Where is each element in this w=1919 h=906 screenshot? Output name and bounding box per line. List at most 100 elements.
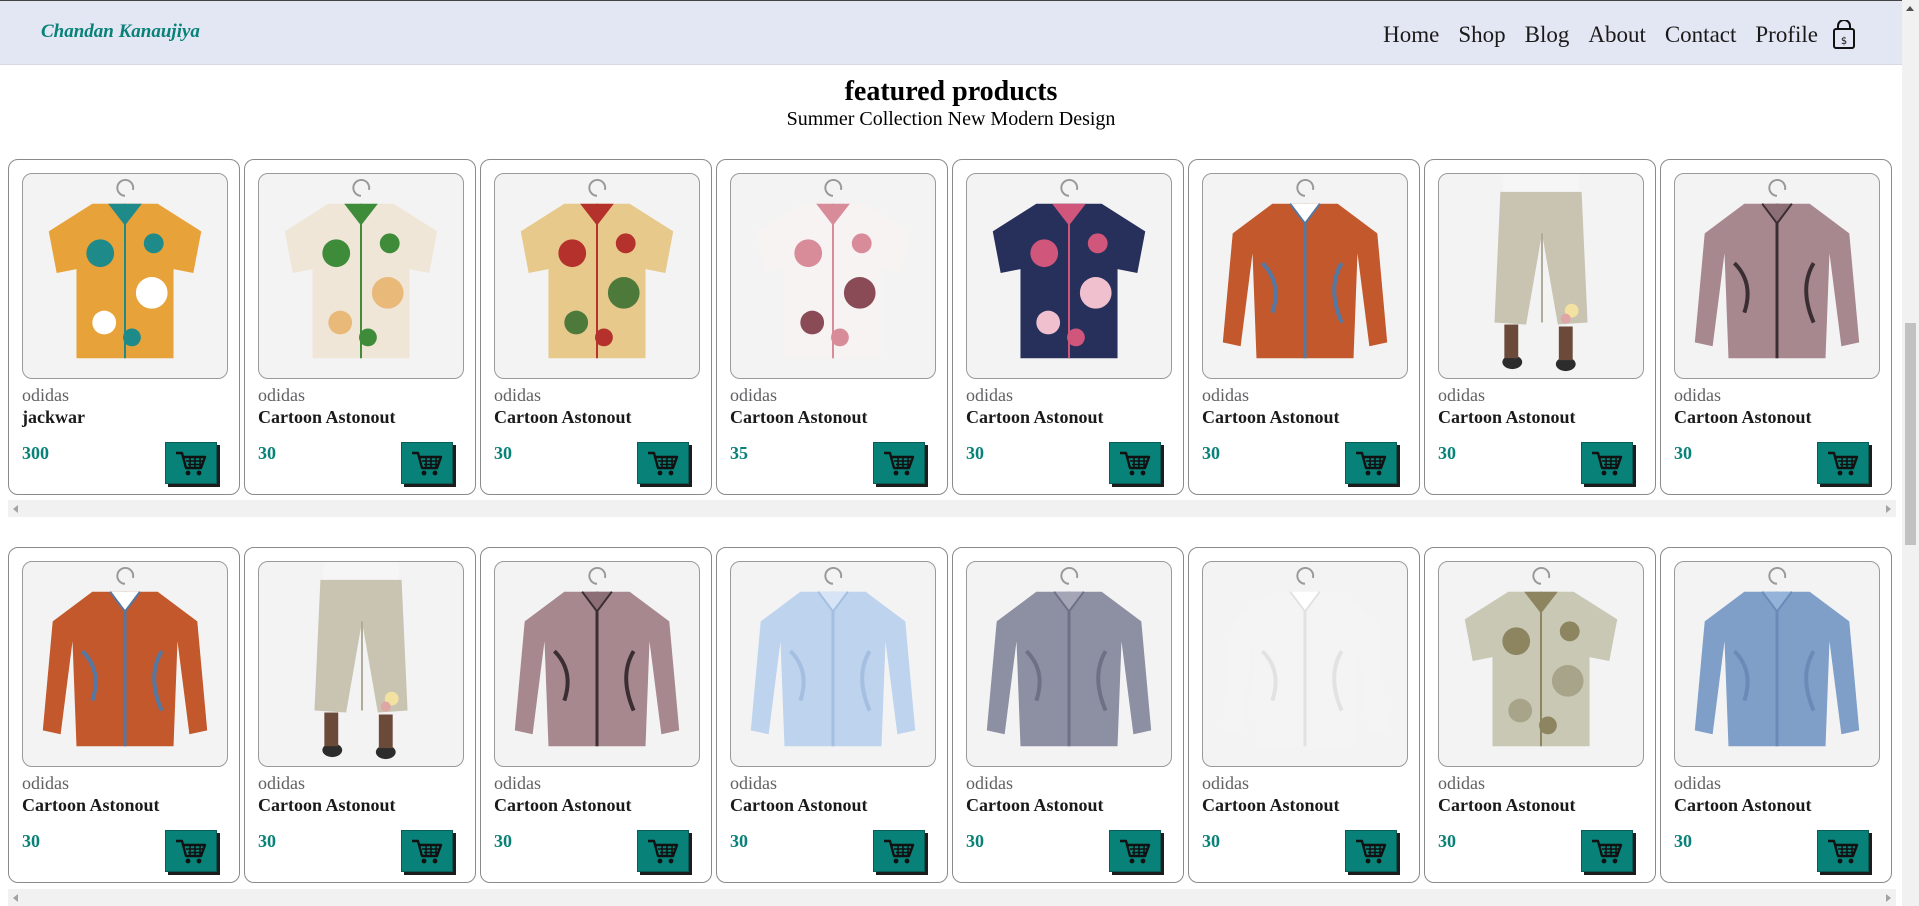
add-to-cart-button[interactable] — [164, 830, 217, 872]
product-image[interactable] — [730, 173, 936, 379]
product-image[interactable] — [1202, 173, 1408, 379]
product-price: 30 — [22, 831, 40, 851]
product-price: 30 — [1202, 831, 1220, 851]
scroll-right-icon[interactable] — [1886, 894, 1891, 902]
product-card[interactable]: odidas Cartoon Astonout 30 — [480, 159, 712, 495]
add-to-cart-button[interactable] — [164, 442, 217, 484]
product-price: 30 — [966, 831, 984, 851]
nav-home[interactable]: Home — [1383, 22, 1439, 48]
product-brand: odidas — [730, 773, 777, 793]
add-to-cart-button[interactable] — [1580, 830, 1633, 872]
cart-icon — [1826, 449, 1860, 477]
product-brand: odidas — [258, 773, 305, 793]
add-to-cart-button[interactable] — [872, 830, 925, 872]
product-price: 30 — [258, 831, 276, 851]
product-card[interactable]: odidas Cartoon Astonout 30 — [716, 547, 948, 883]
product-name: Cartoon Astonout — [1674, 795, 1812, 815]
product-card[interactable]: odidas Cartoon Astonout 30 — [244, 547, 476, 883]
add-to-cart-button[interactable] — [1580, 442, 1633, 484]
product-brand: odidas — [1202, 773, 1249, 793]
main-nav: Home Shop Blog About Contact Profile $ — [1364, 19, 1856, 50]
product-image[interactable] — [1438, 173, 1644, 379]
product-image[interactable] — [1674, 173, 1880, 379]
product-name: Cartoon Astonout — [258, 407, 396, 427]
section-subtitle: Summer Collection New Modern Design — [786, 108, 1116, 130]
scrollbar-thumb[interactable] — [1905, 323, 1916, 545]
scroll-up-icon[interactable] — [1906, 6, 1914, 11]
product-image[interactable] — [730, 561, 936, 767]
product-image[interactable] — [1674, 561, 1880, 767]
add-to-cart-button[interactable] — [636, 442, 689, 484]
site-header: Chandan Kanaujiya Home Shop Blog About C… — [0, 0, 1902, 65]
nav-contact[interactable]: Contact — [1665, 22, 1737, 48]
product-row-scrollbar[interactable] — [8, 889, 1896, 906]
product-row: odidas jackwar 300 odidas Cartoon Astonout 30… — [8, 159, 1896, 495]
product-image[interactable] — [966, 173, 1172, 379]
product-card[interactable]: odidas jackwar 300 — [8, 159, 240, 495]
product-brand: odidas — [258, 385, 305, 405]
product-image[interactable] — [22, 173, 228, 379]
product-name: jackwar — [22, 407, 85, 427]
nav-shop[interactable]: Shop — [1458, 22, 1505, 48]
cart-icon — [174, 837, 208, 865]
product-image[interactable] — [966, 561, 1172, 767]
cart-icon — [1354, 449, 1388, 477]
nav-about[interactable]: About — [1588, 22, 1646, 48]
product-price: 30 — [494, 831, 512, 851]
product-card[interactable]: odidas Cartoon Astonout 30 — [8, 547, 240, 883]
product-card[interactable]: odidas Cartoon Astonout 30 — [952, 547, 1184, 883]
section-title: featured products — [844, 76, 1058, 107]
product-card[interactable]: odidas Cartoon Astonout 30 — [1660, 159, 1892, 495]
site-logo[interactable]: Chandan Kanaujiya — [41, 21, 200, 43]
shopping-bag-icon[interactable]: $ — [1832, 19, 1856, 50]
add-to-cart-button[interactable] — [1816, 442, 1869, 484]
product-card[interactable]: odidas Cartoon Astonout 30 — [480, 547, 712, 883]
product-price: 35 — [730, 443, 748, 463]
product-name: Cartoon Astonout — [1202, 795, 1340, 815]
add-to-cart-button[interactable] — [1816, 830, 1869, 872]
add-to-cart-button[interactable] — [636, 830, 689, 872]
product-card[interactable]: odidas Cartoon Astonout 30 — [244, 159, 476, 495]
add-to-cart-button[interactable] — [1344, 830, 1397, 872]
product-price: 30 — [258, 443, 276, 463]
add-to-cart-button[interactable] — [1108, 442, 1161, 484]
add-to-cart-button[interactable] — [872, 442, 925, 484]
add-to-cart-button[interactable] — [1344, 442, 1397, 484]
product-image[interactable] — [494, 561, 700, 767]
product-image[interactable] — [494, 173, 700, 379]
product-image[interactable] — [1438, 561, 1644, 767]
nav-profile[interactable]: Profile — [1755, 22, 1818, 48]
cart-icon — [1354, 837, 1388, 865]
product-name: Cartoon Astonout — [730, 407, 868, 427]
product-price: 30 — [1674, 831, 1692, 851]
product-image[interactable] — [258, 561, 464, 767]
product-card[interactable]: odidas Cartoon Astonout 30 — [1660, 547, 1892, 883]
add-to-cart-button[interactable] — [1108, 830, 1161, 872]
nav-blog[interactable]: Blog — [1525, 22, 1570, 48]
page-scrollbar[interactable] — [1902, 0, 1919, 906]
product-row: odidas Cartoon Astonout 30 odidas Cartoon As… — [8, 547, 1896, 883]
product-card[interactable]: odidas Cartoon Astonout 30 — [1188, 547, 1420, 883]
product-image[interactable] — [258, 173, 464, 379]
product-image[interactable] — [1202, 561, 1408, 767]
add-to-cart-button[interactable] — [400, 830, 453, 872]
product-brand: odidas — [966, 773, 1013, 793]
product-card[interactable]: odidas Cartoon Astonout 30 — [1424, 159, 1656, 495]
product-name: Cartoon Astonout — [22, 795, 160, 815]
scroll-right-icon[interactable] — [1886, 505, 1891, 513]
product-brand: odidas — [966, 385, 1013, 405]
add-to-cart-button[interactable] — [400, 442, 453, 484]
product-name: Cartoon Astonout — [730, 795, 868, 815]
product-brand: odidas — [22, 385, 69, 405]
product-card[interactable]: odidas Cartoon Astonout 30 — [1188, 159, 1420, 495]
product-card[interactable]: odidas Cartoon Astonout 35 — [716, 159, 948, 495]
product-image[interactable] — [22, 561, 228, 767]
cart-icon — [882, 449, 916, 477]
product-brand: odidas — [494, 773, 541, 793]
product-card[interactable]: odidas Cartoon Astonout 30 — [1424, 547, 1656, 883]
scroll-left-icon[interactable] — [13, 505, 18, 513]
product-card[interactable]: odidas Cartoon Astonout 30 — [952, 159, 1184, 495]
product-name: Cartoon Astonout — [966, 795, 1104, 815]
scroll-left-icon[interactable] — [13, 894, 18, 902]
product-row-scrollbar[interactable] — [8, 500, 1896, 517]
